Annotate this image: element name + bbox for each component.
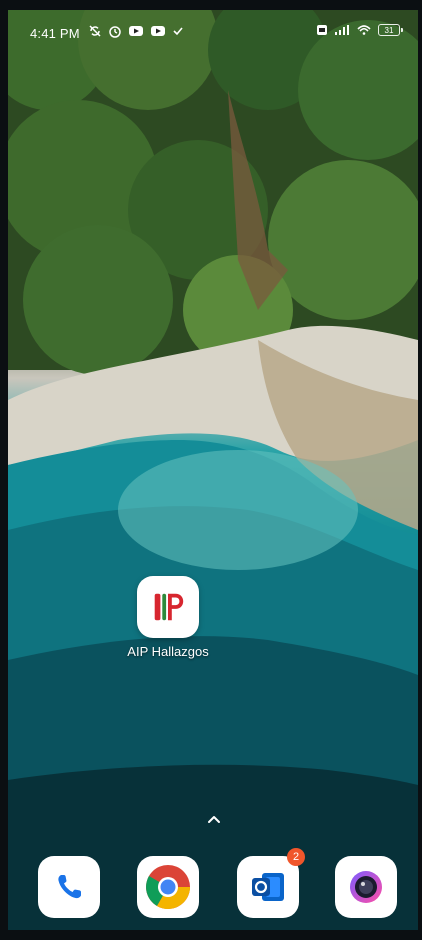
dock: 2 [8,848,418,918]
outlook-icon [252,873,284,901]
check-icon [173,27,183,36]
outlook-badge: 2 [287,848,305,866]
dock-camera-app[interactable] [335,856,397,918]
signal-icon [335,25,349,35]
chrome-icon [146,865,190,909]
status-icons-right: 31 [316,24,403,36]
wifi-icon [357,25,371,35]
sync-off-icon [89,25,101,37]
battery-icon: 31 [378,24,403,36]
home-wallpaper: 4:41 PM 31 AIP Hallazgos 2 [8,10,418,930]
aip-logo-svg [154,593,184,621]
sim-icon [317,25,327,35]
app-label-aip-hallazgos: AIP Hallazgos [127,644,209,659]
status-icons-left [88,24,184,38]
youtube-icon [129,26,143,36]
wallpaper-illustration [8,10,418,930]
status-time: 4:41 PM [30,26,80,41]
phone-screen: 4:41 PM 31 AIP Hallazgos 2 [0,0,422,940]
dock-outlook-app[interactable]: 2 [237,848,305,918]
dock-phone-app[interactable] [38,856,100,918]
youtube-icon [151,26,165,36]
app-drawer-chevron-up-icon[interactable] [206,812,222,828]
aip-logo-icon[interactable] [137,576,199,638]
dock-chrome-app[interactable] [137,856,199,918]
status-bar: 4:41 PM 31 [8,10,418,58]
phone-icon [58,875,81,899]
home-app-aip-hallazgos[interactable]: AIP Hallazgos [118,576,218,659]
battery-level: 31 [384,25,394,35]
camera-icon [350,871,382,903]
alarm-icon [109,26,121,38]
